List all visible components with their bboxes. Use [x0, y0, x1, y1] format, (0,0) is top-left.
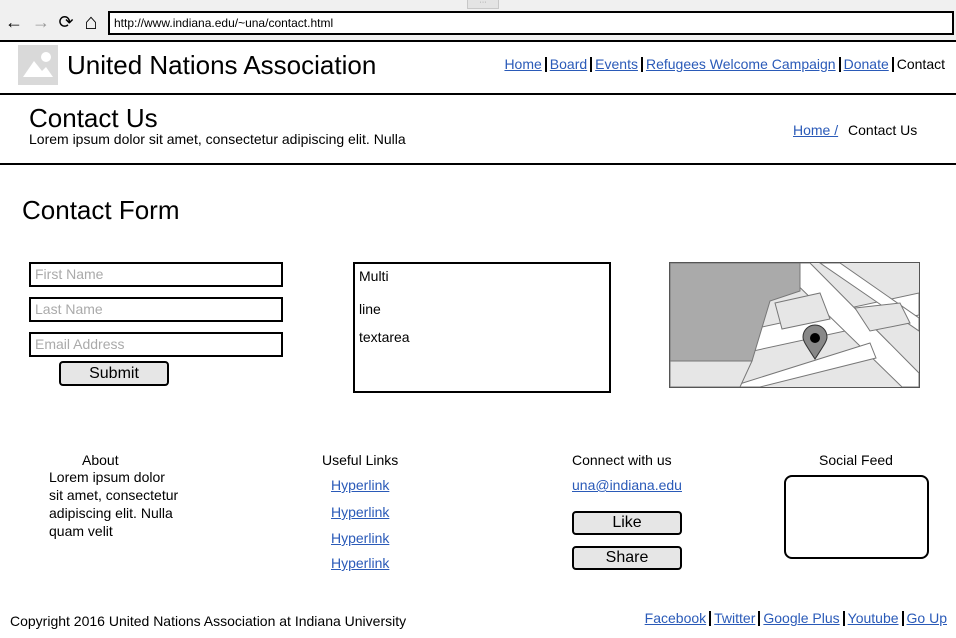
back-arrow-icon[interactable]: ←	[4, 12, 24, 32]
header-top-divider	[0, 40, 956, 42]
social-feed-box[interactable]	[784, 475, 929, 559]
map-graphic	[670, 263, 919, 387]
footer-link-youtube[interactable]: Youtube	[848, 610, 899, 626]
forward-arrow-icon[interactable]: →	[31, 12, 51, 32]
footer-nav-separator	[709, 610, 712, 626]
email-input[interactable]: Email Address	[29, 332, 283, 357]
footer-link-facebook[interactable]: Facebook	[645, 610, 706, 626]
footer-link-google-plus[interactable]: Google Plus	[763, 610, 839, 626]
textarea-line: line	[359, 301, 381, 317]
useful-links-heading: Useful Links	[322, 452, 399, 468]
footer-nav-separator	[901, 610, 904, 626]
first-name-input[interactable]: First Name	[29, 262, 283, 287]
address-bar[interactable]: http://www.indiana.edu/~una/contact.html	[108, 11, 954, 35]
page-title: Contact Us	[29, 103, 158, 133]
nav-board[interactable]: Board	[550, 56, 587, 72]
social-feed-heading: Social Feed	[819, 452, 893, 468]
footer-nav: Facebook Twitter Google Plus Youtube Go …	[645, 610, 947, 626]
submit-button[interactable]: Submit	[59, 361, 169, 386]
copyright-text: Copyright 2016 United Nations Associatio…	[10, 613, 407, 629]
nav-separator	[544, 56, 547, 72]
contact-form-title: Contact Form	[22, 195, 180, 225]
image-placeholder-icon	[18, 45, 58, 85]
footer-link-twitter[interactable]: Twitter	[714, 610, 755, 626]
message-textarea[interactable]: Multi line textarea	[353, 262, 611, 393]
nav-separator	[640, 56, 643, 72]
home-icon[interactable]: ⌂	[81, 11, 101, 33]
breadcrumb-current: Contact Us	[848, 122, 918, 138]
last-name-input[interactable]: Last Name	[29, 297, 283, 322]
useful-link-1[interactable]: Hyperlink	[331, 477, 389, 493]
connect-heading: Connect with us	[572, 452, 672, 468]
about-text: Lorem ipsum dolor sit amet, consectetur …	[49, 469, 179, 539]
footer-nav-separator	[842, 610, 845, 626]
page-heading-divider	[0, 163, 956, 165]
window-drag-handle[interactable]: ···	[467, 0, 499, 9]
nav-donate[interactable]: Donate	[844, 56, 889, 72]
location-map[interactable]	[669, 262, 920, 388]
nav-separator	[838, 56, 841, 72]
share-button[interactable]: Share	[572, 546, 682, 570]
textarea-line: Multi	[359, 268, 389, 284]
nav-refugees-welcome-campaign[interactable]: Refugees Welcome Campaign	[646, 56, 836, 72]
footer-nav-separator	[758, 610, 761, 626]
nav-separator	[891, 56, 894, 72]
useful-link-2[interactable]: Hyperlink	[331, 504, 389, 520]
footer-link-go-up[interactable]: Go Up	[907, 610, 947, 626]
page-subtitle: Lorem ipsum dolor sit amet, consectetur …	[29, 131, 406, 147]
nav-separator	[590, 56, 593, 72]
nav-events[interactable]: Events	[595, 56, 638, 72]
site-title: United Nations Association	[67, 50, 377, 80]
nav-contact-current: Contact	[896, 56, 945, 72]
reload-icon[interactable]: ⟳	[56, 12, 76, 32]
contact-email-link[interactable]: una@indiana.edu	[572, 477, 682, 493]
nav-home[interactable]: Home	[504, 56, 541, 72]
header-bottom-divider	[0, 93, 956, 95]
useful-link-4[interactable]: Hyperlink	[331, 555, 389, 571]
useful-link-3[interactable]: Hyperlink	[331, 530, 389, 546]
breadcrumb: Home / Contact Us	[793, 122, 917, 138]
breadcrumb-home-link[interactable]: Home /	[793, 122, 838, 138]
about-heading: About	[82, 452, 119, 468]
like-button[interactable]: Like	[572, 511, 682, 535]
main-nav: Home Board Events Refugees Welcome Campa…	[504, 56, 945, 72]
textarea-line: textarea	[359, 329, 410, 345]
